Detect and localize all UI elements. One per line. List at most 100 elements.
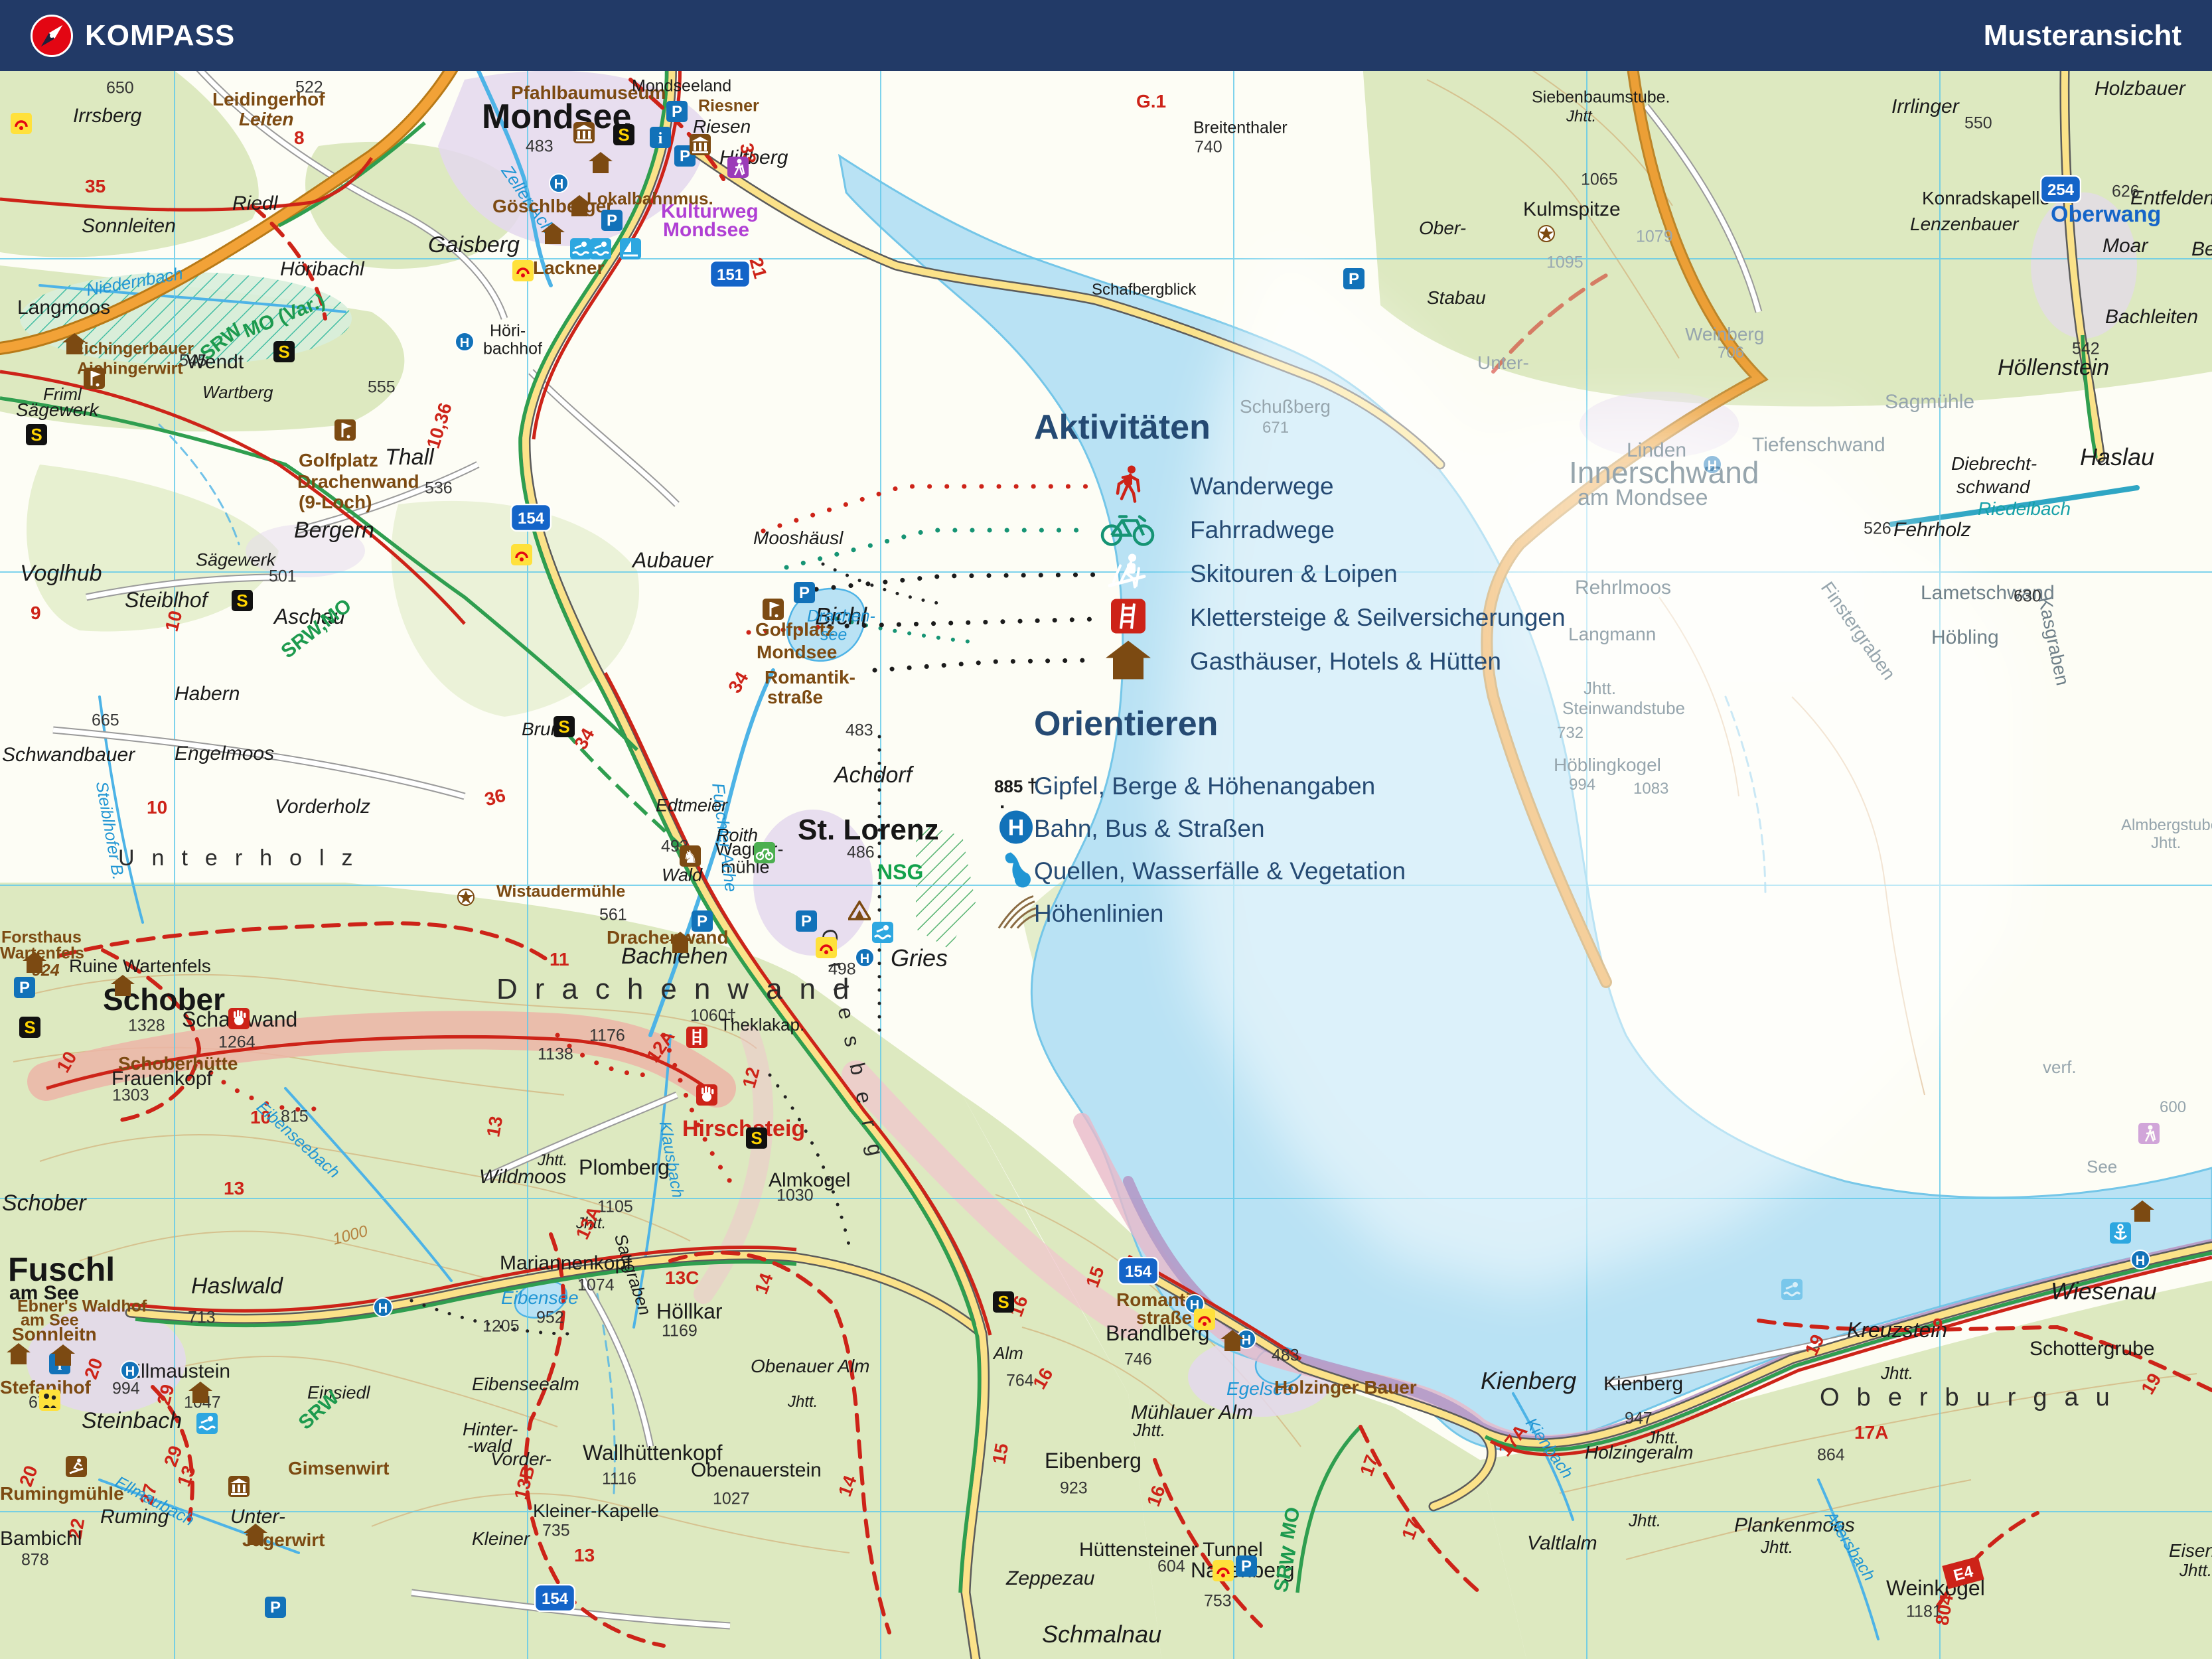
map-label: 1065 [1581, 170, 1618, 189]
legend-item: Höhenlinien [982, 893, 1580, 935]
map-label: 952 [536, 1308, 564, 1327]
house-icon [62, 333, 86, 354]
museum-icon [573, 121, 595, 144]
legend-item-label: Fahrradwege [1190, 516, 1335, 543]
map-label: Riesner [698, 96, 759, 115]
map-label: Jhtt. [1629, 1510, 1662, 1530]
map-label: Eibensee [501, 1287, 579, 1308]
map-label: 671 [1262, 419, 1290, 437]
map-label: Rumingmühle [0, 1483, 124, 1504]
map-label: 15 [988, 1441, 1013, 1466]
map-label: Schwandbauer [2, 744, 135, 766]
svg-text:S: S [236, 591, 248, 611]
legend-item-label: Quellen, Wasserfälle & Vegetation [1034, 857, 1406, 885]
map-label: 740 [1195, 137, 1222, 157]
map-label: Gries [891, 944, 948, 972]
hstop-icon: H [455, 332, 475, 352]
map-label: Sägewerk [196, 549, 276, 570]
map-label: 732 [1557, 724, 1584, 742]
map-label: Drachenwand [297, 471, 419, 492]
map-label: Weinberg [1685, 324, 1765, 344]
map-label: Kleiner-Kapelle [533, 1500, 659, 1521]
map-label: Thall [385, 445, 434, 470]
svg-text:P: P [801, 912, 812, 930]
map-label: Mondsee [757, 642, 838, 662]
map-label: Stabau [1427, 287, 1486, 308]
map-label: 13 [224, 1178, 245, 1198]
leg-hiker-icon [1110, 465, 1147, 509]
map-label: 650 [106, 78, 134, 98]
map-label: 1138 [538, 1045, 573, 1064]
map-label: see [820, 625, 848, 644]
map-label: 864 [1817, 1445, 1845, 1465]
house-icon [7, 1343, 31, 1364]
map-label: 17A [1854, 1422, 1889, 1443]
map-label: 486 [847, 843, 875, 862]
map-label: 923 [1060, 1479, 1088, 1498]
map-label: Bambichl [0, 1528, 82, 1550]
skibox-icon [65, 1455, 88, 1478]
legend-item-label: Gasthäuser, Hotels & Hütten [1190, 648, 1501, 675]
map-label: Wistaudermühle [496, 882, 626, 901]
swim-icon [569, 238, 592, 260]
house-icon [1220, 1330, 1244, 1351]
map-label: Höbling [1931, 626, 1999, 648]
legend-orientation-rows: 885. † Gipfel, Berge & Höhenangaben H Bah… [982, 765, 1580, 935]
map-label: am Mondsee [1578, 485, 1708, 510]
map-label: Leidingerhof [212, 89, 325, 109]
page-title: Musteransicht [1983, 19, 2181, 52]
map-label: Schober [2, 1190, 86, 1216]
map-label: Eichingerbauer [73, 339, 194, 358]
svg-text:H: H [2136, 1254, 2145, 1268]
map-label: Obenauerstein [691, 1459, 822, 1481]
map-label: 713 [188, 1308, 216, 1327]
map-label: 483 [846, 721, 873, 740]
golf-icon [334, 419, 356, 441]
map-label: 526 [1864, 519, 1891, 538]
house-icon [668, 932, 692, 953]
map-label: Höribachl [280, 258, 364, 280]
road-shield-154: 154 [1118, 1257, 1159, 1285]
svg-text:S: S [278, 342, 289, 362]
map-label: Sonnleitn [12, 1324, 97, 1344]
map-label: Jhtt. [2179, 1560, 2212, 1580]
map-label: 665 [92, 711, 119, 730]
map-label: Haslwald [191, 1273, 283, 1299]
map-label: Almbergstube [2121, 816, 2212, 834]
map-label: Unterholz [118, 845, 370, 871]
map-label: Jhtt. [538, 1151, 568, 1169]
map-label: (9-Loch) [299, 492, 372, 512]
house-icon [23, 952, 46, 973]
map-label: Irrsberg [73, 105, 142, 127]
swim-icon [1781, 1278, 1803, 1301]
road-shield-154: 154 [534, 1584, 575, 1612]
hand-icon [696, 1084, 718, 1106]
legend-activities-rows: Wanderwege Fahrradwege Skitouren & Loipe… [982, 465, 1580, 684]
hostel-icon [10, 112, 33, 135]
leg-contour-icon [996, 895, 1037, 933]
map-label: 13C [665, 1267, 700, 1288]
map-label: Schafbergblick [1092, 281, 1197, 299]
house-icon [589, 152, 613, 173]
map-label: Breitenthaler [1193, 118, 1288, 137]
map-label: St. Lorenz [798, 814, 939, 846]
leg-gipfel-icon: 885. † [994, 775, 1039, 813]
map-label: Ober- [1419, 218, 1467, 238]
svg-text:P: P [1241, 1557, 1252, 1575]
star-icon [1538, 225, 1555, 242]
swim-icon [196, 1412, 218, 1435]
map-label: 1027 [713, 1489, 750, 1508]
legend-item: Gasthäuser, Hotels & Hütten [982, 640, 1580, 684]
map-label: 600 [2160, 1098, 2187, 1116]
map-label: 626 [2112, 182, 2140, 201]
star-icon [457, 889, 475, 906]
map-label: 1079 [1636, 227, 1673, 246]
svg-text:i: i [658, 130, 663, 147]
road-shield-154: 154 [510, 504, 552, 532]
svg-text:P: P [697, 912, 707, 930]
sbox-icon: S [745, 1127, 768, 1149]
map-label: Vorderholz [275, 796, 370, 818]
legend-item-label: Bahn, Bus & Straßen [1034, 815, 1265, 842]
map-label: Voglhub [20, 561, 102, 586]
map-label: 501 [269, 567, 297, 586]
